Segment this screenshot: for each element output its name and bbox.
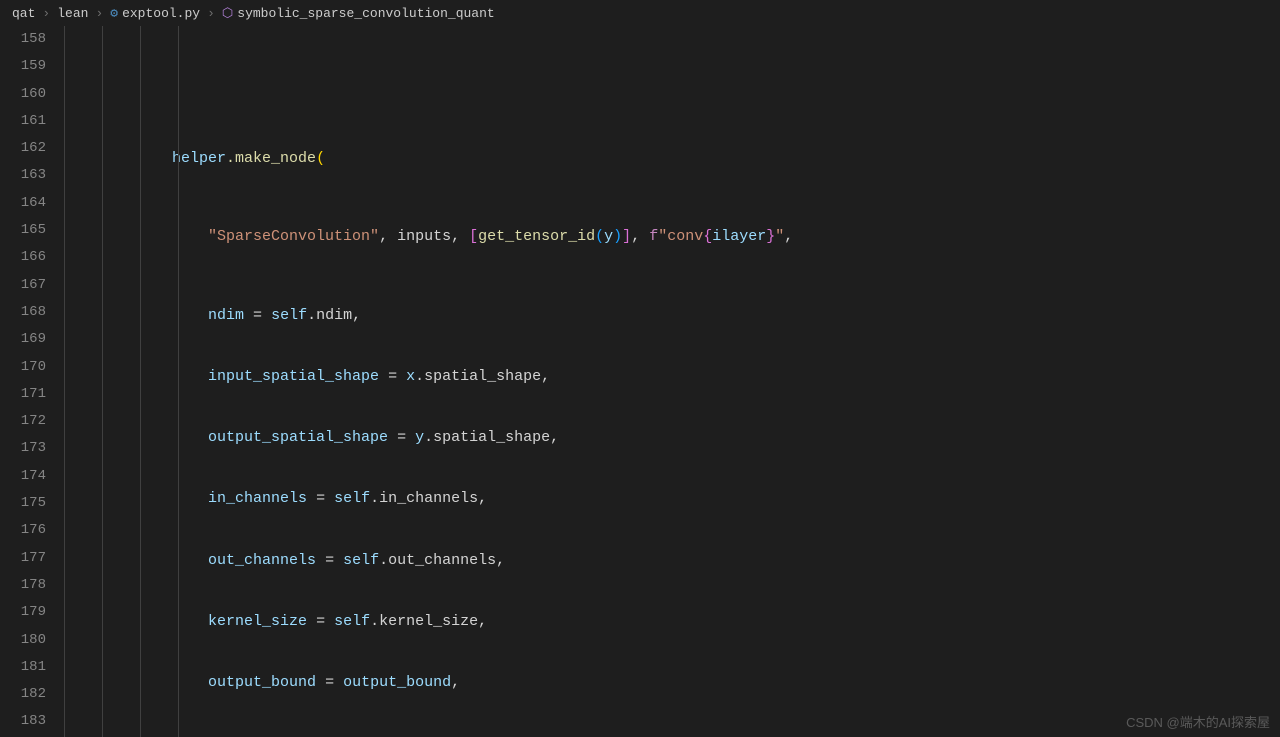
line-number: 164 [0, 190, 46, 217]
breadcrumb-item[interactable]: lean [57, 6, 88, 21]
line-number: 165 [0, 217, 46, 244]
line-number: 170 [0, 354, 46, 381]
line-number-gutter: 1581591601611621631641651661671681691701… [0, 26, 64, 737]
line-number: 175 [0, 490, 46, 517]
chevron-right-icon: › [204, 6, 218, 21]
line-number: 159 [0, 53, 46, 80]
code-line[interactable]: in_channels = self.in_channels, [64, 485, 1280, 512]
line-number: 163 [0, 162, 46, 189]
line-number: 167 [0, 272, 46, 299]
indent-guide [178, 26, 179, 737]
line-number: 177 [0, 545, 46, 572]
python-file-icon: ⚙ [110, 6, 118, 21]
code-line[interactable]: output_bound = output_bound, [64, 669, 1280, 696]
indent-guide [102, 26, 103, 737]
code-area[interactable]: helper.make_node( "SparseConvolution", i… [64, 26, 1280, 737]
breadcrumb-item[interactable]: qat [12, 6, 35, 21]
line-number: 183 [0, 708, 46, 735]
line-number: 160 [0, 81, 46, 108]
line-number: 176 [0, 517, 46, 544]
chevron-right-icon: › [39, 6, 53, 21]
code-line[interactable]: kernel_size = self.kernel_size, [64, 608, 1280, 635]
code-line[interactable]: "SparseConvolution", inputs, [get_tensor… [64, 223, 1280, 250]
line-number: 168 [0, 299, 46, 326]
code-line[interactable]: stride = self.stride, [64, 731, 1280, 737]
line-number: 161 [0, 108, 46, 135]
code-line[interactable]: output_spatial_shape = y.spatial_shape, [64, 424, 1280, 451]
breadcrumb-item[interactable]: exptool.py [122, 6, 200, 21]
code-line[interactable]: input_spatial_shape = x.spatial_shape, [64, 363, 1280, 390]
line-number: 174 [0, 463, 46, 490]
chevron-right-icon: › [92, 6, 106, 21]
line-number: 180 [0, 627, 46, 654]
code-line[interactable]: out_channels = self.out_channels, [64, 547, 1280, 574]
line-number: 179 [0, 599, 46, 626]
indent-guide [140, 26, 141, 737]
line-number: 171 [0, 381, 46, 408]
line-number: 178 [0, 572, 46, 599]
line-number: 162 [0, 135, 46, 162]
line-number: 158 [0, 26, 46, 53]
indent-guide [64, 26, 65, 737]
line-number: 182 [0, 681, 46, 708]
line-number: 166 [0, 244, 46, 271]
breadcrumb-item[interactable]: symbolic_sparse_convolution_quant [237, 6, 494, 21]
line-number: 181 [0, 654, 46, 681]
symbol-icon: ⬡ [222, 6, 233, 21]
line-number: 169 [0, 326, 46, 353]
line-number: 173 [0, 435, 46, 462]
line-number: 172 [0, 408, 46, 435]
watermark: CSDN @端木的AI探索屋 [1126, 712, 1270, 731]
code-line[interactable]: ndim = self.ndim, [64, 302, 1280, 329]
code-line[interactable]: helper.make_node( [64, 145, 1280, 172]
code-editor[interactable]: 1581591601611621631641651661671681691701… [0, 26, 1280, 737]
breadcrumb: qat › lean › ⚙ exptool.py › ⬡ symbolic_s… [0, 0, 1280, 26]
